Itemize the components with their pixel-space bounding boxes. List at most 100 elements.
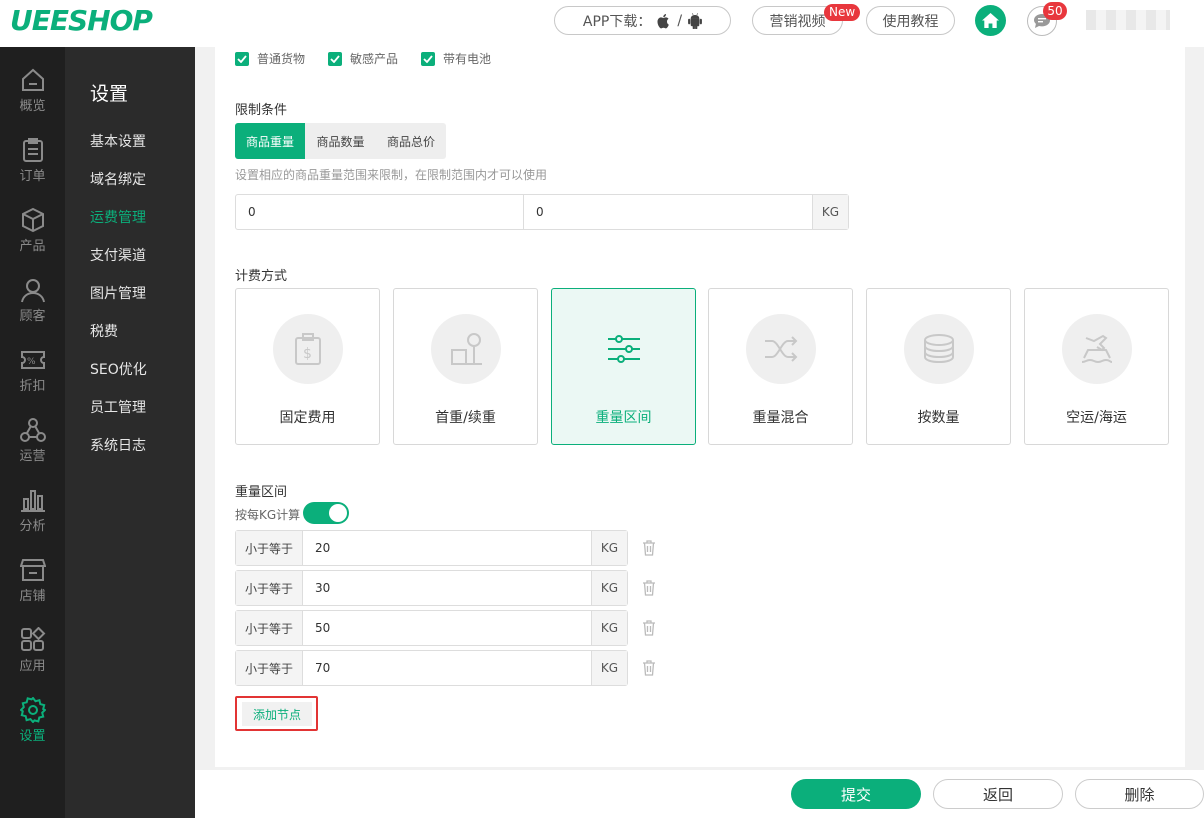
row-prefix: 小于等于 bbox=[236, 651, 303, 685]
weight-node-row: 小于等于 70 KG bbox=[235, 650, 628, 686]
submenu-item-basic[interactable]: 基本设置 bbox=[90, 131, 146, 151]
card-by-quantity[interactable]: 按数量 bbox=[866, 288, 1011, 445]
clipboard-icon bbox=[22, 138, 43, 162]
nav-label: 顾客 bbox=[19, 309, 46, 324]
weight-value-input[interactable]: 30 bbox=[303, 571, 591, 605]
row-unit: KG bbox=[591, 611, 627, 645]
user-account[interactable] bbox=[1086, 10, 1170, 30]
submenu-item-staff[interactable]: 员工管理 bbox=[90, 397, 146, 417]
checkbox-checked[interactable] bbox=[421, 51, 435, 66]
gear-icon bbox=[19, 697, 46, 723]
nav-label: 店铺 bbox=[19, 589, 46, 604]
nav-label: 产品 bbox=[19, 239, 46, 254]
add-node-highlight: 添加节点 bbox=[235, 696, 318, 731]
checkbox-checked[interactable] bbox=[328, 51, 342, 66]
nav-label: 订单 bbox=[19, 169, 46, 184]
bar-chart-icon bbox=[20, 490, 45, 512]
submenu-item-payment[interactable]: 支付渠道 bbox=[90, 245, 146, 265]
trash-icon[interactable] bbox=[642, 620, 656, 636]
row-unit: KG bbox=[591, 531, 627, 565]
card-air-sea-freight[interactable]: 空运/海运 bbox=[1024, 288, 1169, 445]
nav-label: 折扣 bbox=[19, 379, 46, 394]
weight-value-input[interactable]: 20 bbox=[303, 531, 591, 565]
nav-products[interactable]: 产品 bbox=[0, 207, 65, 267]
limit-tabs: 商品重量 商品数量 商品总价 bbox=[235, 123, 446, 159]
weight-node-row: 小于等于 50 KG bbox=[235, 610, 628, 646]
unit-label: KG bbox=[812, 195, 848, 229]
add-node-button[interactable]: 添加节点 bbox=[242, 702, 312, 726]
nav-label: 应用 bbox=[19, 659, 46, 674]
checkbox-sensitive-products[interactable]: 敏感产品 bbox=[328, 50, 398, 67]
trash-icon[interactable] bbox=[642, 580, 656, 596]
message-count-badge: 50 bbox=[1043, 2, 1067, 20]
weight-value-input[interactable]: 50 bbox=[303, 611, 591, 645]
toggle-knob bbox=[329, 504, 347, 522]
checkbox-label: 普通货物 bbox=[257, 52, 306, 66]
trash-icon[interactable] bbox=[642, 660, 656, 676]
network-icon bbox=[19, 418, 46, 442]
delete-button[interactable]: 删除 bbox=[1075, 779, 1204, 809]
back-button[interactable]: 返回 bbox=[933, 779, 1063, 809]
nav-orders[interactable]: 订单 bbox=[0, 137, 65, 197]
min-weight-input[interactable]: 0 bbox=[236, 195, 524, 229]
tab-weight[interactable]: 商品重量 bbox=[235, 123, 305, 159]
nav-discounts[interactable]: % 折扣 bbox=[0, 347, 65, 407]
submenu-item-tax[interactable]: 税费 bbox=[90, 321, 118, 341]
per-kg-label: 按每KG计算 bbox=[235, 508, 301, 522]
brand-logo[interactable]: UEESHOP bbox=[10, 4, 153, 37]
per-kg-toggle[interactable] bbox=[303, 502, 349, 524]
row-unit: KG bbox=[591, 651, 627, 685]
nav-analytics[interactable]: 分析 bbox=[0, 487, 65, 547]
checkbox-with-battery[interactable]: 带有电池 bbox=[421, 50, 491, 67]
submenu-item-seo[interactable]: SEO优化 bbox=[90, 359, 147, 379]
tab-total-price[interactable]: 商品总价 bbox=[376, 123, 446, 159]
nav-overview[interactable]: 概览 bbox=[0, 67, 65, 127]
billing-label: 计费方式 bbox=[235, 269, 288, 284]
home-button[interactable] bbox=[975, 5, 1006, 36]
android-icon[interactable] bbox=[688, 12, 702, 29]
nav-customers[interactable]: 顾客 bbox=[0, 277, 65, 337]
limit-hint: 设置相应的商品重量范围来限制，在限制范围内才可以使用 bbox=[235, 168, 548, 182]
apps-icon bbox=[20, 627, 45, 651]
nav-store[interactable]: 店铺 bbox=[0, 557, 65, 617]
row-prefix: 小于等于 bbox=[236, 611, 303, 645]
card-weight-mixed[interactable]: 重量混合 bbox=[708, 288, 853, 445]
checkbox-general-goods[interactable]: 普通货物 bbox=[235, 50, 305, 67]
submenu-item-images[interactable]: 图片管理 bbox=[90, 283, 146, 303]
card-weight-range[interactable]: 重量区间 bbox=[551, 288, 696, 445]
scale-icon bbox=[451, 333, 482, 365]
submenu-item-shipping[interactable]: 运费管理 bbox=[90, 207, 146, 227]
nav-apps[interactable]: 应用 bbox=[0, 627, 65, 687]
card-label: 空运/海运 bbox=[1066, 410, 1127, 426]
settings-submenu: 设置 基本设置 域名绑定 运费管理 支付渠道 图片管理 税费 SEO优化 员工管… bbox=[65, 47, 195, 818]
checkbox-checked[interactable] bbox=[235, 51, 249, 66]
submenu-item-logs[interactable]: 系统日志 bbox=[90, 435, 146, 455]
submit-button[interactable]: 提交 bbox=[791, 779, 921, 809]
trash-icon[interactable] bbox=[642, 540, 656, 556]
card-fixed-fee[interactable]: $ 固定费用 bbox=[235, 288, 380, 445]
weight-value-input[interactable]: 70 bbox=[303, 651, 591, 685]
submenu-item-domain[interactable]: 域名绑定 bbox=[90, 169, 146, 189]
nav-label: 分析 bbox=[19, 519, 46, 534]
ship-plane-icon bbox=[1081, 334, 1113, 364]
card-first-continued-weight[interactable]: 首重/续重 bbox=[393, 288, 538, 445]
max-weight-input[interactable]: 0 bbox=[524, 195, 812, 229]
weight-range-title: 重量区间 bbox=[235, 485, 288, 500]
stack-icon bbox=[924, 334, 954, 364]
tab-quantity[interactable]: 商品数量 bbox=[305, 123, 376, 159]
form-footer: 提交 返回 删除 bbox=[195, 770, 1204, 818]
sliders-icon bbox=[608, 335, 640, 363]
platform-separator: / bbox=[677, 12, 683, 29]
check-icon bbox=[423, 54, 433, 63]
app-download-pill[interactable]: APP下载： / bbox=[554, 6, 731, 35]
new-badge: New bbox=[824, 4, 861, 21]
nav-settings[interactable]: 设置 bbox=[0, 697, 65, 757]
discount-icon: % bbox=[20, 351, 45, 369]
card-label: 首重/续重 bbox=[435, 410, 496, 426]
home-icon bbox=[982, 13, 999, 28]
tutorial-button[interactable]: 使用教程 bbox=[866, 6, 955, 35]
nav-operations[interactable]: 运营 bbox=[0, 417, 65, 477]
weight-node-row: 小于等于 30 KG bbox=[235, 570, 628, 606]
weight-range-inputs: 0 0 KG bbox=[235, 194, 849, 230]
apple-icon[interactable] bbox=[657, 13, 671, 29]
